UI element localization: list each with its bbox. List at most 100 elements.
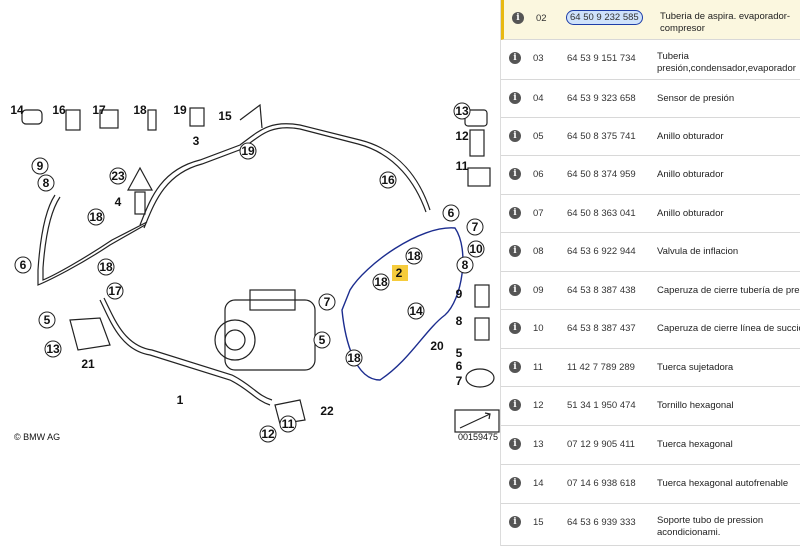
part-number[interactable]: 51 34 1 950 474: [567, 400, 636, 411]
info-icon[interactable]: i: [509, 477, 521, 489]
label-18: 18: [133, 103, 147, 117]
callout-14: 14: [409, 304, 423, 318]
part-number[interactable]: 64 53 9 323 658: [567, 93, 636, 104]
callout-18e: 18: [347, 351, 361, 365]
callout-8: 8: [43, 176, 50, 190]
info-icon[interactable]: i: [509, 399, 521, 411]
label-6: 6: [456, 359, 463, 373]
part-description: Soporte tubo de pression acondicionami.: [657, 515, 764, 538]
callout-7a: 7: [472, 220, 479, 234]
part-position: 12: [533, 400, 544, 411]
part-description: Tuberia de aspira. evaporador-compresor: [660, 11, 791, 34]
parts-list-row[interactable]: i 12 51 34 1 950 474 Tornillo hexagonal: [501, 387, 800, 426]
label-3: 3: [193, 134, 200, 148]
callout-6a: 6: [20, 258, 27, 272]
parts-list-row[interactable]: i 04 64 53 9 323 658 Sensor de presión: [501, 80, 800, 118]
callout-23: 23: [111, 169, 125, 183]
label-22: 22: [320, 404, 334, 418]
part-position: 09: [533, 285, 544, 296]
part-number[interactable]: 64 53 6 922 944: [567, 246, 636, 257]
info-icon[interactable]: i: [509, 361, 521, 373]
part-description: Tornillo hexagonal: [657, 400, 734, 411]
callout-18d: 18: [374, 275, 388, 289]
part-number[interactable]: 64 53 6 939 333: [567, 517, 636, 528]
part-position: 07: [533, 208, 544, 219]
part-position: 04: [533, 93, 544, 104]
info-icon[interactable]: i: [509, 207, 521, 219]
parts-list-row[interactable]: i 11 11 42 7 789 289 Tuerca sujetadora: [501, 349, 800, 387]
callout-19: 19: [241, 144, 255, 158]
callout-13b: 13: [455, 104, 469, 118]
label-11: 11: [456, 159, 469, 173]
part-description: Anillo obturador: [657, 208, 724, 219]
part-position: 03: [533, 53, 544, 64]
part-description: Tuerca hexagonal: [657, 439, 733, 450]
callout-13a: 13: [46, 342, 60, 356]
parts-list-row[interactable]: i 02 64 50 9 232 585 Tuberia de aspira. eva…: [501, 0, 800, 40]
callout-12: 12: [261, 427, 275, 441]
label-16: 16: [52, 103, 66, 117]
part-description: Valvula de inflacion: [657, 246, 739, 257]
part-number[interactable]: 11 42 7 789 289: [567, 362, 635, 373]
callout-9: 9: [37, 159, 44, 173]
info-icon[interactable]: i: [509, 438, 521, 450]
part-number[interactable]: 64 50 8 374 959: [567, 169, 636, 180]
callout-18b: 18: [99, 260, 113, 274]
parts-list-row[interactable]: i 13 07 12 9 905 411 Tuerca hexagonal: [501, 426, 800, 465]
part-number[interactable]: 64 50 8 363 041: [567, 208, 636, 219]
parts-list-row[interactable]: i 09 64 53 8 387 438 Caperuza de cierre tub…: [501, 272, 800, 310]
info-icon[interactable]: i: [509, 516, 521, 528]
label-20: 20: [430, 339, 444, 353]
label-1: 1: [177, 393, 184, 407]
info-icon[interactable]: i: [509, 245, 521, 257]
info-icon[interactable]: i: [509, 52, 521, 64]
info-icon[interactable]: i: [509, 130, 521, 142]
part-number[interactable]: 64 53 8 387 437: [567, 323, 636, 334]
parts-list-row[interactable]: i 07 64 50 8 363 041 Anillo obturador: [501, 195, 800, 233]
part-number[interactable]: 07 14 6 938 618: [567, 478, 636, 489]
part-position: 08: [533, 246, 544, 257]
parts-list-row[interactable]: i 10 64 53 8 387 437 Caperuza de cierre lín…: [501, 310, 800, 349]
info-icon[interactable]: i: [509, 92, 521, 104]
parts-list: i 02 64 50 9 232 585 Tuberia de aspira. eva…: [500, 0, 800, 546]
part-description: Tuerca sujetadora: [657, 362, 734, 373]
part-number[interactable]: 07 12 9 905 411: [567, 439, 635, 450]
label-9: 9: [456, 287, 463, 301]
label-8: 8: [456, 314, 463, 328]
part-description: Anillo obturador: [657, 169, 724, 180]
parts-list-row[interactable]: i 05 64 50 8 375 741 Anillo obturador: [501, 118, 800, 156]
part-description: Caperuza de cierre tubería de presi: [657, 285, 800, 296]
label-15: 15: [218, 109, 232, 123]
part-position: 02: [536, 13, 547, 24]
part-description: Tuberia presión,condensador,evaporador: [657, 51, 796, 74]
parts-list-row[interactable]: i 03 64 53 9 151 734 Tuberia presión,conden…: [501, 40, 800, 80]
part-position: 14: [533, 478, 544, 489]
label-2: 2: [396, 266, 403, 280]
parts-list-row[interactable]: i 15 64 53 6 939 333 Soporte tubo de pressi…: [501, 504, 800, 546]
parts-diagram: 9 8 18 6 18 17 5 13 23 19 16 6 7 10 8 18…: [0, 0, 500, 546]
label-12: 12: [455, 129, 469, 143]
info-icon[interactable]: i: [509, 168, 521, 180]
parts-list-row[interactable]: i 08 64 53 6 922 944 Valvula de inflacion: [501, 233, 800, 272]
part-position: 05: [533, 131, 544, 142]
callout-7b: 7: [324, 295, 331, 309]
parts-list-row[interactable]: i 06 64 50 8 374 959 Anillo obturador: [501, 156, 800, 195]
part-number[interactable]: 64 50 9 232 585: [566, 10, 643, 25]
info-icon[interactable]: i: [512, 12, 524, 24]
label-21: 21: [81, 357, 95, 371]
part-number[interactable]: 64 53 8 387 438: [567, 285, 636, 296]
callout-18a: 18: [89, 210, 103, 224]
label-4: 4: [115, 195, 122, 209]
info-icon[interactable]: i: [509, 322, 521, 334]
copyright-text: © BMW AG: [14, 432, 60, 442]
part-position: 11: [533, 362, 543, 373]
info-icon[interactable]: i: [509, 284, 521, 296]
label-19: 19: [173, 103, 187, 117]
parts-list-row[interactable]: i 14 07 14 6 938 618 Tuerca hexagonal autof…: [501, 465, 800, 504]
part-number[interactable]: 64 50 8 375 741: [567, 131, 636, 142]
part-number[interactable]: 64 53 9 151 734: [567, 53, 636, 64]
part-description: Sensor de presión: [657, 93, 735, 104]
label-17: 17: [92, 103, 106, 117]
callout-18c: 18: [407, 249, 421, 263]
callout-17: 17: [108, 284, 122, 298]
